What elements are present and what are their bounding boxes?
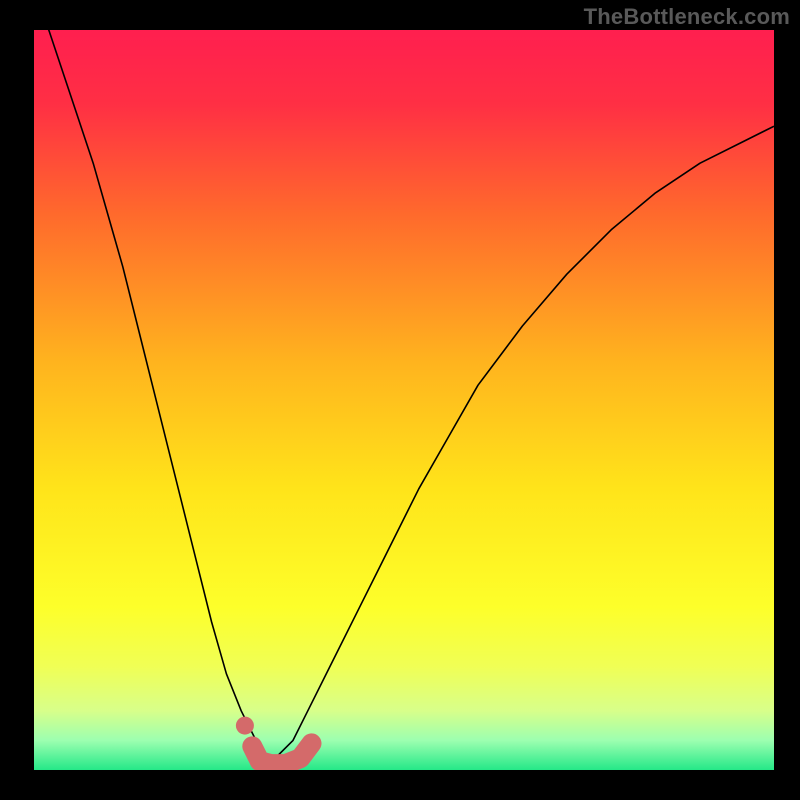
highlight-dot bbox=[236, 717, 254, 735]
chart-svg bbox=[0, 0, 800, 800]
outer-black-frame: TheBottleneck.com bbox=[0, 0, 800, 800]
plot-background-gradient bbox=[34, 30, 774, 770]
watermark-text: TheBottleneck.com bbox=[584, 4, 790, 30]
